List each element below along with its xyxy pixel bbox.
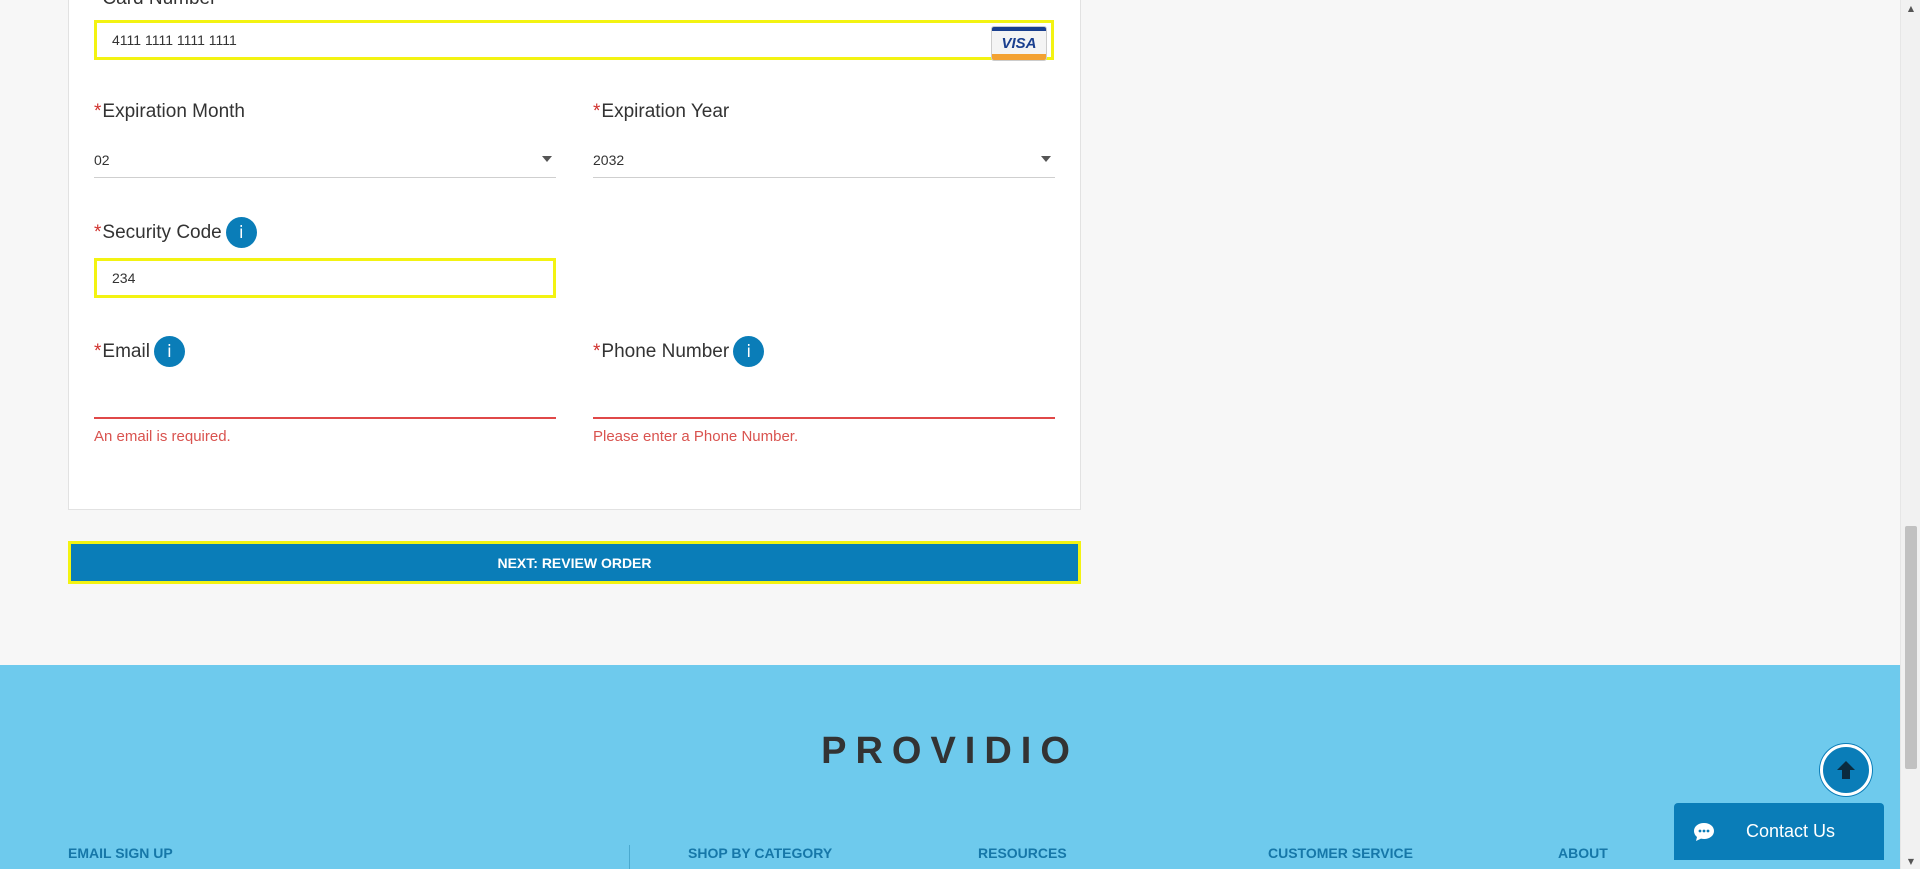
required-marker: * — [94, 101, 102, 122]
exp-month-label: * Expiration Month — [94, 101, 245, 123]
info-icon[interactable]: i — [153, 336, 185, 367]
card-number-label: * Card Number — [94, 0, 216, 10]
back-to-top-button[interactable] — [1820, 744, 1872, 796]
providio-logo[interactable]: PROVIDIO — [0, 730, 1900, 773]
contact-us-label: Contact Us — [1746, 821, 1836, 841]
next-review-order-button[interactable]: NEXT: REVIEW ORDER — [68, 541, 1081, 584]
phone-error-text: Please enter a Phone Number. — [593, 428, 799, 445]
footer-heading-customer-service[interactable]: CUSTOMER SERVICE — [1268, 845, 1413, 861]
arrow-up-icon — [1837, 761, 1855, 779]
exp-year-label-text: Expiration Year — [601, 101, 730, 122]
exp-month-value: 02 — [94, 151, 110, 168]
phone-label: * Phone Number i — [593, 336, 765, 367]
required-marker: * — [593, 101, 601, 122]
footer-heading-email-signup[interactable]: EMAIL SIGN UP — [68, 845, 173, 861]
email-label: * Email i — [94, 336, 185, 367]
chevron-down-icon — [1041, 156, 1051, 162]
required-marker: * — [94, 340, 102, 362]
card-brand-text: VISA — [1001, 35, 1037, 52]
footer-heading-resources[interactable]: RESOURCES — [978, 845, 1067, 861]
card-number-input[interactable]: 4111 1111 1111 1111 VISA — [94, 20, 1054, 61]
visa-card-icon: VISA — [991, 26, 1047, 61]
footer-heading-about[interactable]: ABOUT — [1558, 845, 1608, 861]
exp-year-select[interactable]: 2032 — [593, 142, 1055, 178]
security-code-value: 234 — [112, 270, 136, 286]
scrollbar-thumb[interactable] — [1905, 526, 1917, 769]
phone-label-text: Phone Number — [601, 340, 730, 362]
info-icon[interactable]: i — [225, 217, 257, 248]
page-viewport: * Card Number 4111 1111 1111 1111 VISA *… — [0, 0, 1900, 869]
scroll-down-arrow-icon[interactable]: ▼ — [1905, 855, 1917, 867]
page-scrollbar[interactable]: ▲ ▼ — [1900, 0, 1920, 869]
footer-divider — [629, 845, 630, 869]
contact-us-button[interactable]: Contact Us — [1674, 803, 1884, 860]
exp-year-value: 2032 — [593, 151, 625, 168]
info-icon[interactable]: i — [733, 336, 765, 367]
exp-month-label-text: Expiration Month — [102, 101, 245, 122]
chat-bubble-icon — [1690, 818, 1718, 846]
security-code-label-text: Security Code — [102, 221, 222, 243]
phone-field[interactable] — [593, 377, 1055, 419]
exp-year-label: * Expiration Year — [593, 101, 729, 123]
card-number-label-text: Card Number — [102, 0, 216, 10]
footer-heading-shop-by-category[interactable]: SHOP BY CATEGORY — [688, 845, 832, 861]
required-marker: * — [593, 340, 601, 362]
email-label-text: Email — [102, 340, 150, 362]
security-code-label: * Security Code i — [94, 217, 257, 248]
email-error-text: An email is required. — [94, 428, 231, 445]
exp-month-select[interactable]: 02 — [94, 142, 556, 178]
scroll-up-arrow-icon[interactable]: ▲ — [1905, 2, 1917, 14]
chevron-down-icon — [542, 156, 552, 162]
email-field[interactable] — [94, 377, 556, 419]
site-footer: PROVIDIO EMAIL SIGN UP SHOP BY CATEGORY … — [0, 665, 1900, 869]
required-marker: * — [94, 221, 102, 243]
card-number-value: 4111 1111 1111 1111 — [112, 32, 237, 48]
security-code-input[interactable]: 234 — [94, 258, 556, 298]
required-marker: * — [94, 0, 101, 10]
